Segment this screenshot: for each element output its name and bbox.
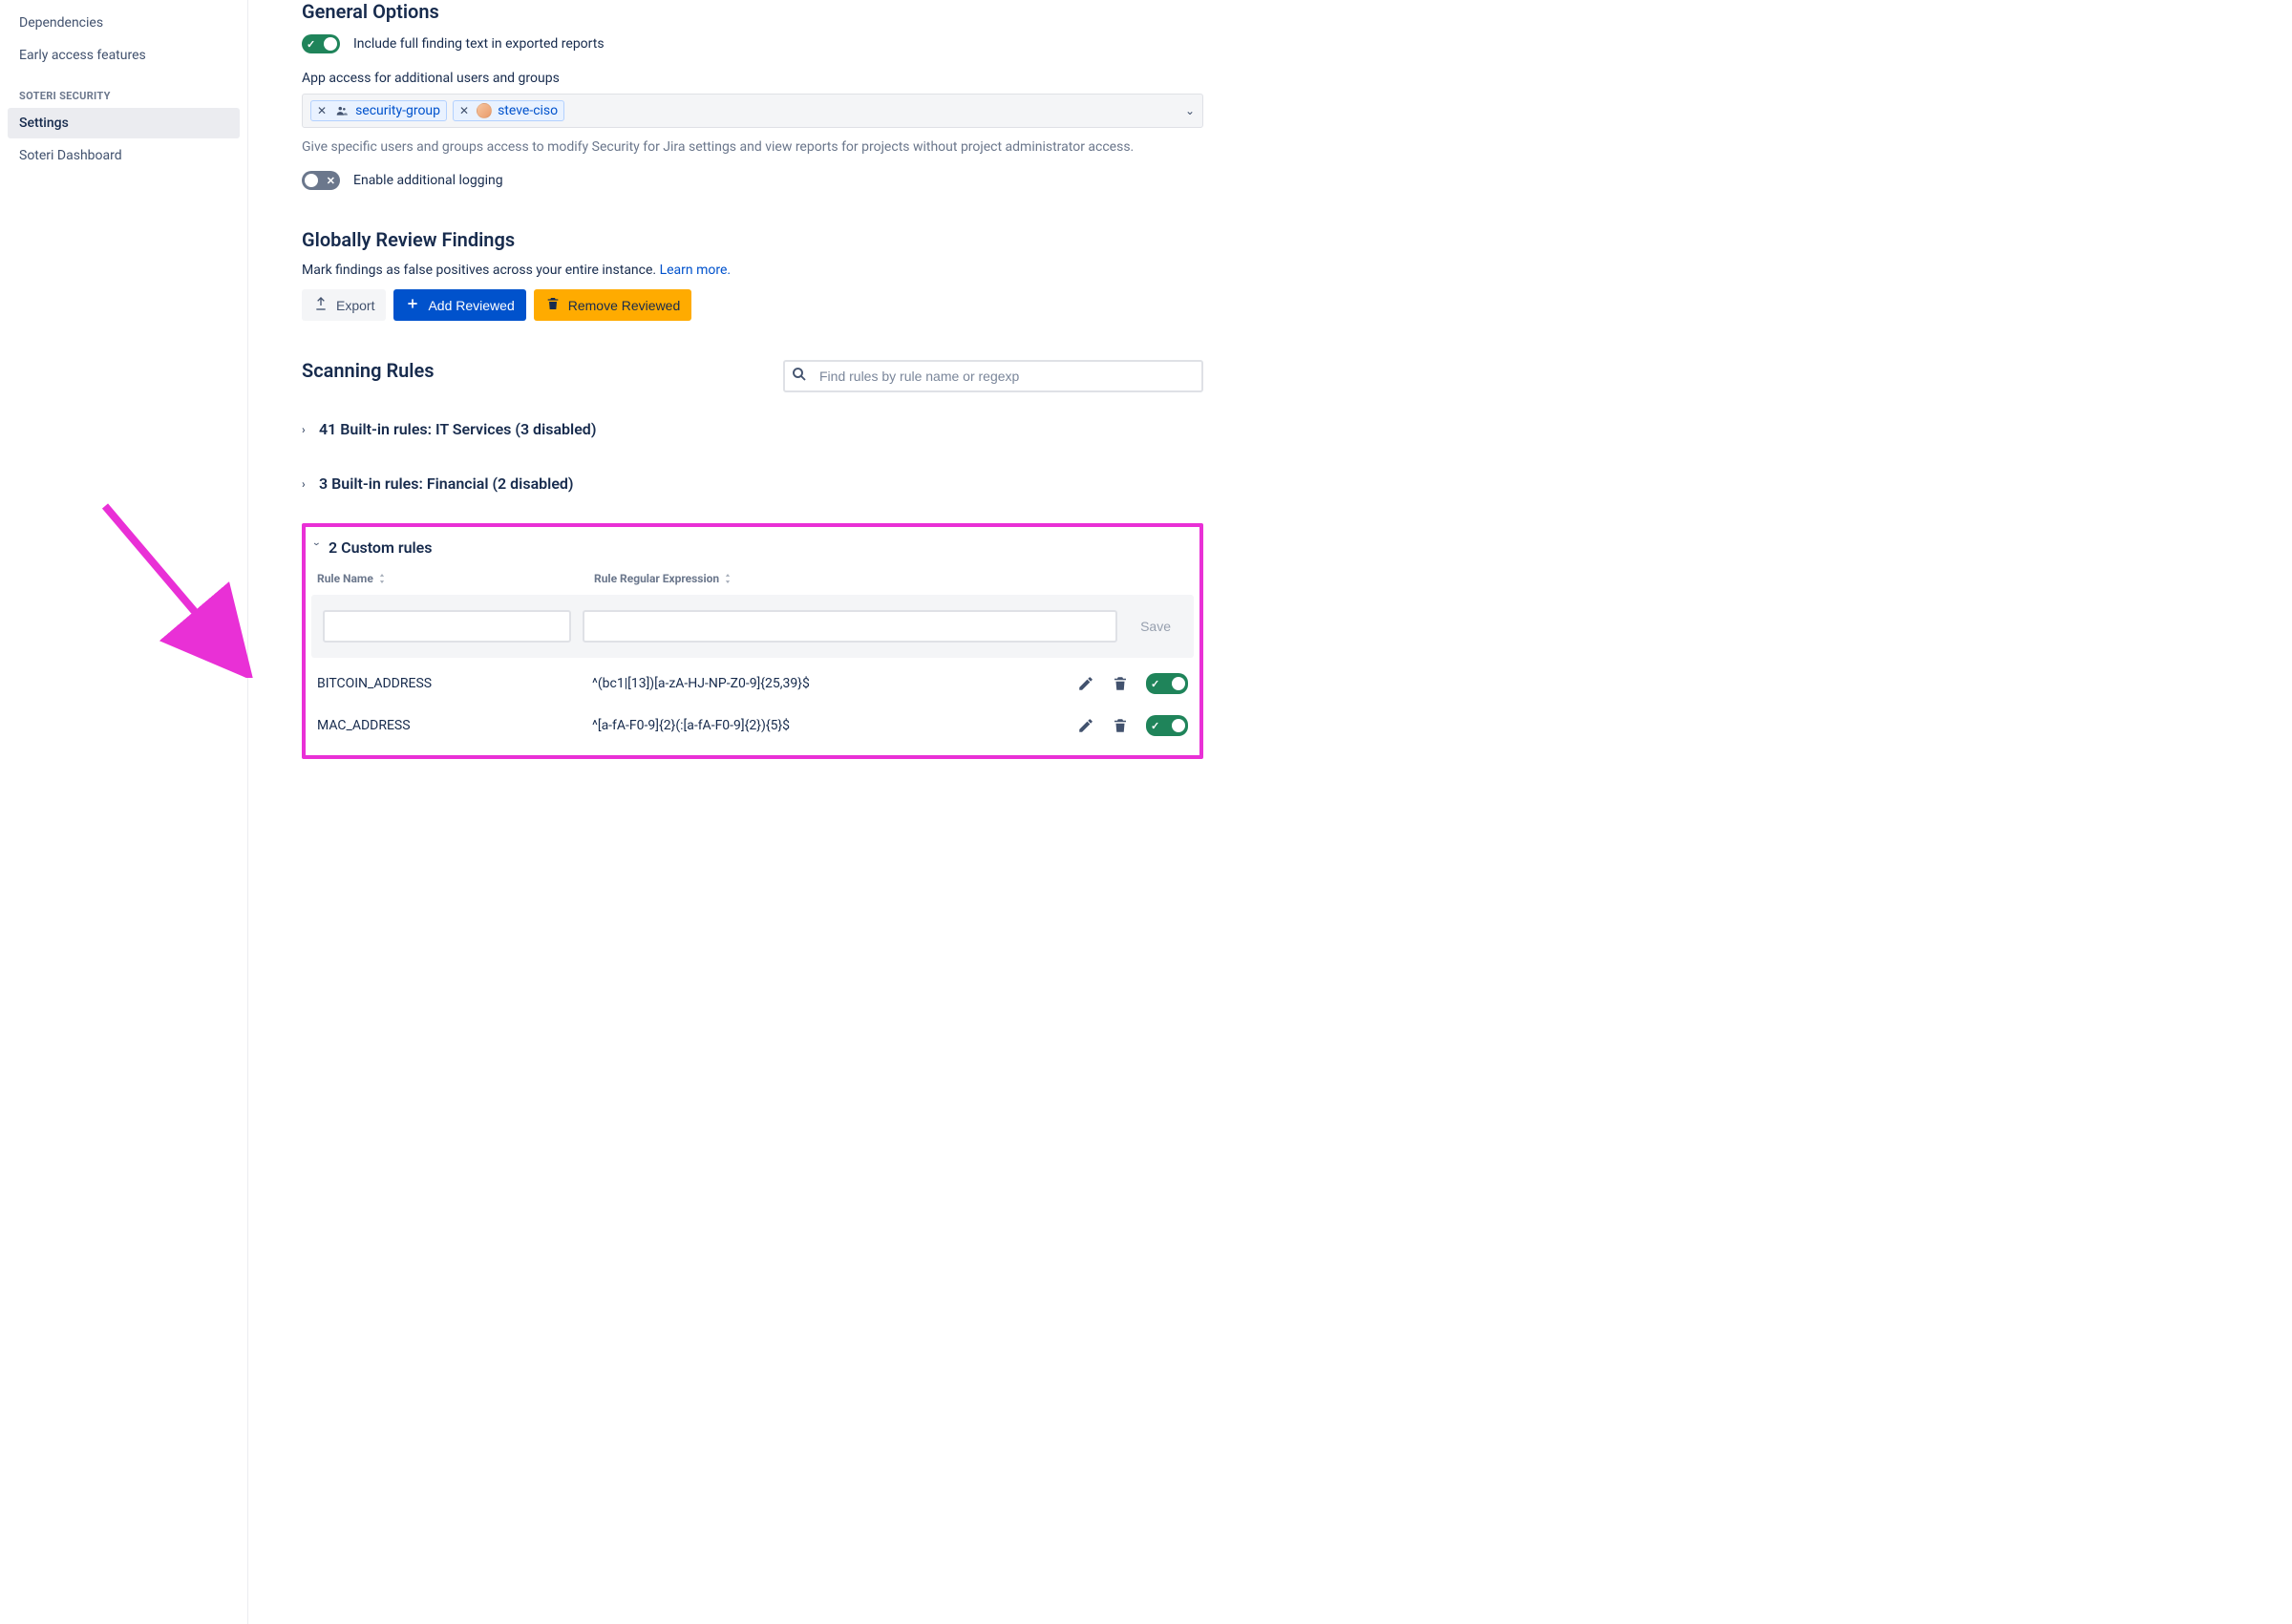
rule-group-label: 41 Built-in rules: IT Services (3 disabl… <box>319 420 596 438</box>
trash-icon <box>545 296 561 314</box>
table-row: MAC_ADDRESS ^[a-fA-F0-9]{2}(:[a-fA-F0-9]… <box>311 700 1194 742</box>
close-icon: ✕ <box>327 175 335 187</box>
chip-remove-icon[interactable]: ✕ <box>457 104 471 117</box>
rule-group-it-services[interactable]: › 41 Built-in rules: IT Services (3 disa… <box>302 420 1203 438</box>
check-icon: ✓ <box>1151 720 1159 732</box>
rule-group-financial[interactable]: › 3 Built-in rules: Financial (2 disable… <box>302 475 1203 493</box>
rule-group-label: 2 Custom rules <box>329 538 433 557</box>
include-finding-text-label: Include full finding text in exported re… <box>353 36 605 52</box>
chip-steve-ciso: ✕ steve-ciso <box>453 100 564 121</box>
new-rule-regex-input[interactable] <box>583 610 1117 643</box>
review-findings-title: Globally Review Findings <box>302 228 1203 251</box>
remove-reviewed-button[interactable]: Remove Reviewed <box>534 289 692 321</box>
chip-security-group: ✕ security-group <box>310 100 447 121</box>
sidebar-item-settings[interactable]: Settings <box>8 108 240 138</box>
save-rule-button[interactable]: Save <box>1129 612 1182 641</box>
export-button[interactable]: Export <box>302 289 386 321</box>
app-access-multiselect[interactable]: ✕ security-group ✕ steve-ciso ⌄ <box>302 94 1203 128</box>
sort-icon <box>377 574 387 583</box>
column-header-label: Rule Regular Expression <box>594 572 719 585</box>
scanning-rules-title: Scanning Rules <box>302 359 435 382</box>
app-access-label: App access for additional users and grou… <box>302 71 1203 86</box>
rule-name-cell: MAC_ADDRESS <box>317 718 581 733</box>
check-icon: ✓ <box>307 38 315 51</box>
sidebar-section-header: SOTERI SECURITY <box>8 73 240 108</box>
sidebar-item-soteri-dashboard[interactable]: Soteri Dashboard <box>8 140 240 171</box>
avatar-icon <box>477 103 492 118</box>
toggle-rule-enabled[interactable]: ✓ <box>1146 673 1188 694</box>
column-header-label: Rule Name <box>317 572 373 585</box>
rule-group-custom[interactable]: › 2 Custom rules <box>311 538 1194 557</box>
sidebar: Dependencies Early access features SOTER… <box>0 0 248 1624</box>
rule-regex-cell: ^(bc1|[13])[a-zA-HJ-NP-Z0-9]{25,39}$ <box>592 676 1066 691</box>
remove-reviewed-button-label: Remove Reviewed <box>568 298 681 313</box>
chevron-down-icon: › <box>310 542 324 554</box>
plus-icon <box>405 296 420 314</box>
chevron-down-icon[interactable]: ⌄ <box>1185 104 1195 117</box>
toggle-knob <box>1172 719 1185 732</box>
main-content: General Options ✓ Include full finding t… <box>248 0 1242 1624</box>
sidebar-item-dependencies[interactable]: Dependencies <box>8 8 240 38</box>
export-icon <box>313 296 329 314</box>
toggle-include-finding-text[interactable]: ✓ <box>302 34 340 53</box>
group-icon <box>334 103 350 118</box>
column-header-rule-regex[interactable]: Rule Regular Expression <box>594 572 1188 585</box>
sidebar-item-early-access[interactable]: Early access features <box>8 40 240 71</box>
rules-search-input[interactable] <box>783 360 1203 392</box>
rule-regex-cell: ^[a-fA-F0-9]{2}(:[a-fA-F0-9]{2}){5}$ <box>592 718 1066 733</box>
enable-logging-label: Enable additional logging <box>353 173 503 188</box>
column-header-rule-name[interactable]: Rule Name <box>317 572 594 585</box>
app-access-helper: Give specific users and groups access to… <box>302 137 1203 158</box>
table-row: BITCOIN_ADDRESS ^(bc1|[13])[a-zA-HJ-NP-Z… <box>311 658 1194 700</box>
general-options-title: General Options <box>302 0 1203 23</box>
toggle-knob <box>305 174 318 187</box>
delete-rule-button[interactable] <box>1112 675 1129 692</box>
toggle-knob <box>324 37 337 51</box>
edit-rule-button[interactable] <box>1077 717 1094 734</box>
custom-rules-table: Rule Name Rule Regular Expression Save B… <box>311 572 1194 742</box>
search-icon <box>791 366 808 387</box>
sort-icon <box>723 574 732 583</box>
chevron-right-icon: › <box>302 477 313 491</box>
custom-rules-highlight: › 2 Custom rules Rule Name Rule Regular … <box>302 523 1203 759</box>
toggle-rule-enabled[interactable]: ✓ <box>1146 715 1188 736</box>
add-reviewed-button-label: Add Reviewed <box>428 298 514 313</box>
review-findings-text: Mark findings as false positives across … <box>302 263 660 278</box>
add-rule-row: Save <box>311 595 1194 658</box>
delete-rule-button[interactable] <box>1112 717 1129 734</box>
rule-name-cell: BITCOIN_ADDRESS <box>317 676 581 691</box>
learn-more-link[interactable]: Learn more. <box>660 263 732 278</box>
check-icon: ✓ <box>1151 678 1159 690</box>
add-reviewed-button[interactable]: Add Reviewed <box>393 289 525 321</box>
review-findings-subtext: Mark findings as false positives across … <box>302 263 1203 278</box>
chevron-right-icon: › <box>302 423 313 436</box>
toggle-knob <box>1172 677 1185 690</box>
rules-search <box>783 360 1203 392</box>
edit-rule-button[interactable] <box>1077 675 1094 692</box>
export-button-label: Export <box>336 298 374 313</box>
rule-group-label: 3 Built-in rules: Financial (2 disabled) <box>319 475 574 493</box>
chip-label: steve-ciso <box>498 103 558 118</box>
chip-remove-icon[interactable]: ✕ <box>315 104 329 117</box>
new-rule-name-input[interactable] <box>323 610 571 643</box>
chip-label: security-group <box>355 103 440 118</box>
toggle-enable-logging[interactable]: ✕ <box>302 171 340 190</box>
